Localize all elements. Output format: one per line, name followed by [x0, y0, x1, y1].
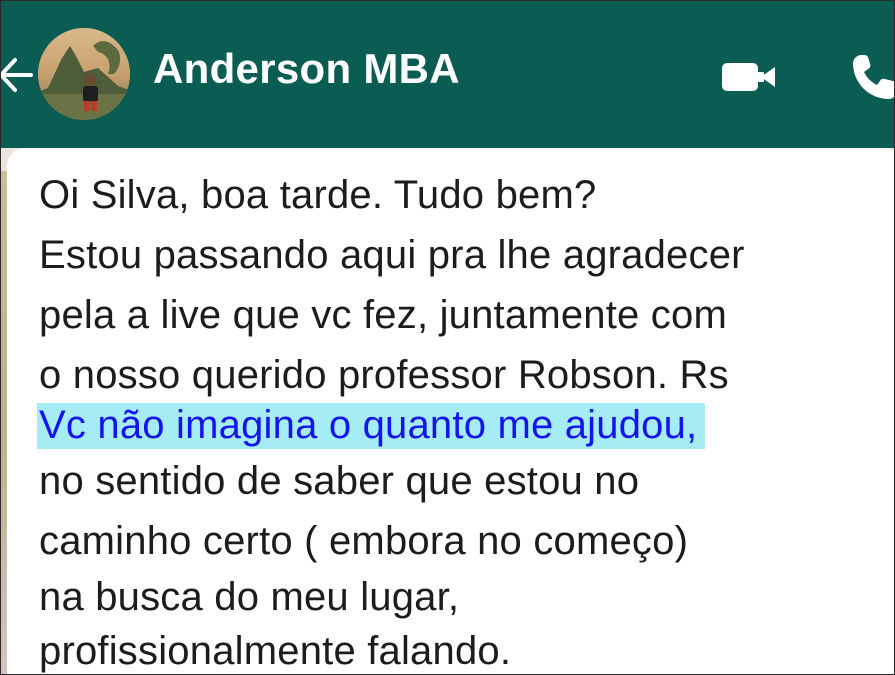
chat-screen: Anderson MBA Oi Silva, boa tarde. Tudo b…: [0, 0, 895, 675]
video-camera-icon[interactable]: [719, 57, 779, 97]
contact-name[interactable]: Anderson MBA: [153, 45, 460, 93]
back-arrow-icon[interactable]: [1, 45, 35, 105]
phone-icon[interactable]: [847, 49, 894, 105]
contact-avatar[interactable]: [38, 28, 130, 120]
message-line: na busca do meu lugar,: [39, 575, 460, 619]
message-line: Oi Silva, boa tarde. Tudo bem?: [39, 173, 597, 217]
text-highlight: Vc não imagina o quanto me ajudou,: [37, 403, 706, 449]
message-bubble[interactable]: Oi Silva, boa tarde. Tudo bem? Estou pas…: [7, 148, 894, 674]
chat-header: Anderson MBA: [1, 1, 894, 148]
message-line: profissionalmente falando.: [39, 629, 512, 673]
message-line: caminho certo ( embora no começo): [39, 519, 689, 563]
message-line: Estou passando aqui pra lhe agradecer: [39, 233, 745, 277]
message-line: no sentido de saber que estou no: [39, 459, 640, 503]
highlighted-message-line: Vc não imagina o quanto me ajudou,: [37, 395, 706, 455]
message-line: pela a live que vc fez, juntamente com: [39, 293, 727, 337]
